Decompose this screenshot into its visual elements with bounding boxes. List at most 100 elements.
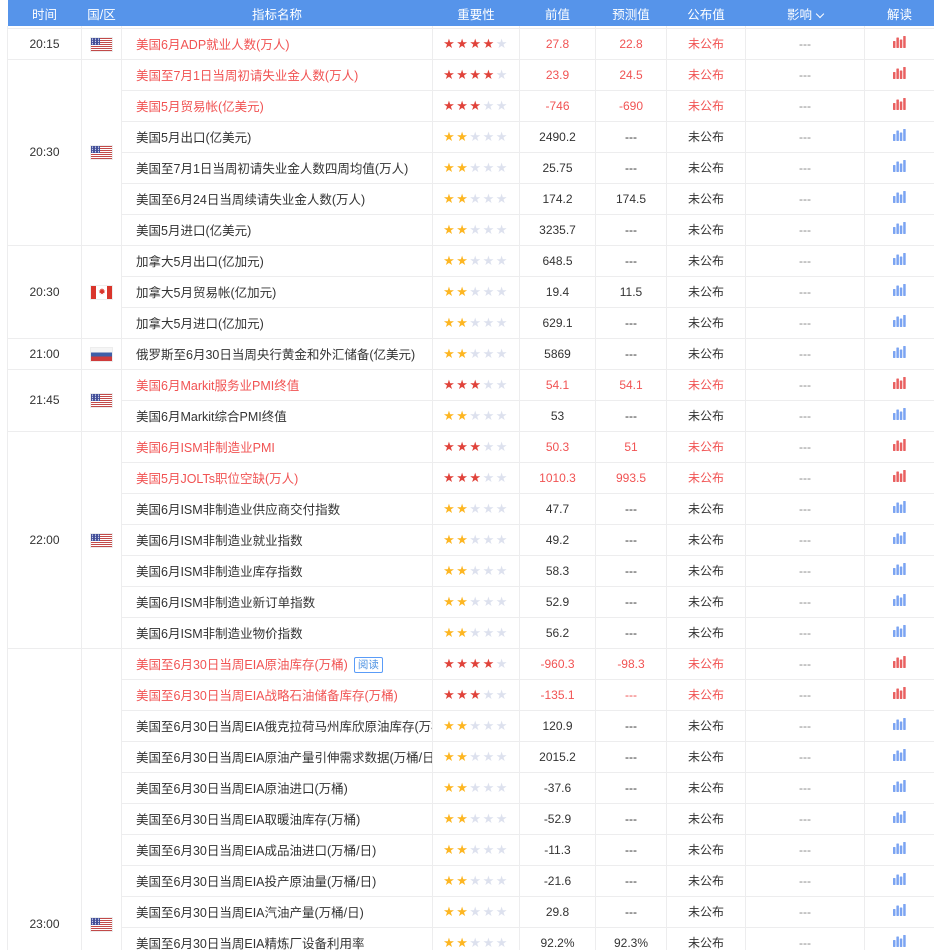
- read-cell[interactable]: [864, 58, 934, 91]
- indicator-name-link[interactable]: 美国5月JOLTs职位空缺(万人): [136, 472, 298, 486]
- bar-chart-icon[interactable]: [893, 501, 906, 516]
- read-cell[interactable]: [864, 771, 934, 804]
- indicator-name-link[interactable]: 美国至6月30日当周EIA原油产量引伸需求数据(万桶/日): [136, 751, 432, 765]
- indicator-cell: 美国至6月30日当周EIA投产原油量(万桶/日): [121, 864, 433, 897]
- read-cell[interactable]: [864, 492, 934, 525]
- indicator-name-link[interactable]: 美国6月Markit综合PMI终值: [136, 410, 287, 424]
- indicator-name-link[interactable]: 美国6月ISM非制造业供应商交付指数: [136, 503, 340, 517]
- read-cell[interactable]: [864, 461, 934, 494]
- bar-chart-icon[interactable]: [893, 470, 906, 485]
- bar-chart-icon[interactable]: [893, 222, 906, 237]
- read-cell[interactable]: [864, 523, 934, 556]
- read-cell[interactable]: [864, 213, 934, 246]
- read-cell[interactable]: [864, 275, 934, 308]
- bar-chart-icon[interactable]: [893, 377, 906, 392]
- read-cell[interactable]: [864, 182, 934, 215]
- bar-chart-icon[interactable]: [893, 36, 906, 51]
- read-cell[interactable]: [864, 27, 934, 60]
- published-value-cell: 未公布: [666, 430, 746, 463]
- read-cell[interactable]: [864, 430, 934, 463]
- read-badge[interactable]: 阅读: [353, 657, 383, 673]
- indicator-name-link[interactable]: 美国5月进口(亿美元): [136, 224, 251, 238]
- read-cell[interactable]: [864, 740, 934, 773]
- bar-chart-icon[interactable]: [893, 160, 906, 175]
- indicator-name-link[interactable]: 美国至6月30日当周EIA原油库存(万桶): [136, 658, 348, 672]
- bar-chart-icon[interactable]: [893, 191, 906, 206]
- indicator-name-link[interactable]: 美国至7月1日当周初请失业金人数四周均值(万人): [136, 162, 408, 176]
- indicator-name-link[interactable]: 美国6月ISM非制造业物价指数: [136, 627, 303, 641]
- bar-chart-icon[interactable]: [893, 687, 906, 702]
- read-cell[interactable]: [864, 616, 934, 649]
- bar-chart-icon[interactable]: [893, 408, 906, 423]
- indicator-name-link[interactable]: 美国至6月30日当周EIA精炼厂设备利用率: [136, 937, 365, 950]
- read-cell[interactable]: [864, 337, 934, 370]
- bar-chart-icon[interactable]: [893, 315, 906, 330]
- col-impact[interactable]: 影响: [745, 0, 865, 26]
- indicator-name-link[interactable]: 美国5月贸易帐(亿美元): [136, 100, 264, 114]
- bar-chart-icon[interactable]: [893, 67, 906, 82]
- bar-chart-icon[interactable]: [893, 594, 906, 609]
- read-cell[interactable]: [864, 399, 934, 432]
- indicator-name-link[interactable]: 美国至6月30日当周EIA成品油进口(万桶/日): [136, 844, 376, 858]
- read-cell[interactable]: [864, 833, 934, 866]
- indicator-name-link[interactable]: 加拿大5月出口(亿加元): [136, 255, 264, 269]
- bar-chart-icon[interactable]: [893, 935, 906, 950]
- table-row: 美国5月JOLTs职位空缺(万人) ★★★★★ 1010.3 993.5 未公布 ---: [8, 461, 934, 494]
- indicator-name-link[interactable]: 美国6月ISM非制造业新订单指数: [136, 596, 315, 610]
- indicator-name-link[interactable]: 美国至7月1日当周初请失业金人数(万人): [136, 69, 358, 83]
- indicator-name-link[interactable]: 美国6月ISM非制造业库存指数: [136, 565, 303, 579]
- read-cell[interactable]: [864, 647, 934, 680]
- bar-chart-icon[interactable]: [893, 284, 906, 299]
- read-cell[interactable]: [864, 895, 934, 928]
- indicator-name-link[interactable]: 美国至6月30日当周EIA汽油产量(万桶/日): [136, 906, 364, 920]
- bar-chart-icon[interactable]: [893, 718, 906, 733]
- read-cell[interactable]: [864, 306, 934, 339]
- chevron-down-icon[interactable]: [815, 9, 825, 18]
- bar-chart-icon[interactable]: [893, 129, 906, 144]
- read-cell[interactable]: [864, 89, 934, 122]
- bar-chart-icon[interactable]: [893, 532, 906, 547]
- bar-chart-icon[interactable]: [893, 780, 906, 795]
- read-cell[interactable]: [864, 802, 934, 835]
- read-cell[interactable]: [864, 864, 934, 897]
- read-cell[interactable]: [864, 709, 934, 742]
- indicator-name-link[interactable]: 加拿大5月进口(亿加元): [136, 317, 264, 331]
- indicator-name-link[interactable]: 美国6月Markit服务业PMI终值: [136, 379, 299, 393]
- forecast-value-cell: ---: [595, 771, 667, 804]
- bar-chart-icon[interactable]: [893, 98, 906, 113]
- indicator-name-link[interactable]: 美国至6月24日当周续请失业金人数(万人): [136, 193, 365, 207]
- read-cell[interactable]: [864, 368, 934, 401]
- bar-chart-icon[interactable]: [893, 904, 906, 919]
- impact-cell: ---: [745, 709, 865, 742]
- indicator-name-link[interactable]: 美国至6月30日当周EIA取暖油库存(万桶): [136, 813, 360, 827]
- read-cell[interactable]: [864, 120, 934, 153]
- bar-chart-icon[interactable]: [893, 253, 906, 268]
- indicator-name-link[interactable]: 美国至6月30日当周EIA投产原油量(万桶/日): [136, 875, 376, 889]
- indicator-cell: 俄罗斯至6月30日当周央行黄金和外汇储备(亿美元): [121, 337, 433, 370]
- indicator-name-link[interactable]: 美国至6月30日当周EIA原油进口(万桶): [136, 782, 348, 796]
- indicator-name-link[interactable]: 美国至6月30日当周EIA战略石油储备库存(万桶): [136, 689, 398, 703]
- indicator-name-link[interactable]: 美国至6月30日当周EIA俄克拉荷马州库欣原油库存(万桶): [136, 720, 432, 734]
- indicator-name-link[interactable]: 美国6月ISM非制造业PMI: [136, 441, 275, 455]
- bar-chart-icon[interactable]: [893, 811, 906, 826]
- bar-chart-icon[interactable]: [893, 563, 906, 578]
- indicator-name-link[interactable]: 美国5月出口(亿美元): [136, 131, 251, 145]
- bar-chart-icon[interactable]: [893, 842, 906, 857]
- read-cell[interactable]: [864, 678, 934, 711]
- indicator-name-link[interactable]: 加拿大5月贸易帐(亿加元): [136, 286, 276, 300]
- bar-chart-icon[interactable]: [893, 346, 906, 361]
- read-cell[interactable]: [864, 151, 934, 184]
- bar-chart-icon[interactable]: [893, 439, 906, 454]
- read-cell[interactable]: [864, 926, 934, 950]
- bar-chart-icon[interactable]: [893, 873, 906, 888]
- indicator-name-link[interactable]: 俄罗斯至6月30日当周央行黄金和外汇储备(亿美元): [136, 348, 415, 362]
- bar-chart-icon[interactable]: [893, 749, 906, 764]
- bar-chart-icon[interactable]: [893, 625, 906, 640]
- read-cell[interactable]: [864, 585, 934, 618]
- indicator-name-link[interactable]: 美国6月ADP就业人数(万人): [136, 38, 289, 52]
- read-cell[interactable]: [864, 244, 934, 277]
- read-cell[interactable]: [864, 554, 934, 587]
- indicator-name-link[interactable]: 美国6月ISM非制造业就业指数: [136, 534, 303, 548]
- bar-chart-icon[interactable]: [893, 656, 906, 671]
- importance-stars: ★★★★★: [443, 810, 509, 826]
